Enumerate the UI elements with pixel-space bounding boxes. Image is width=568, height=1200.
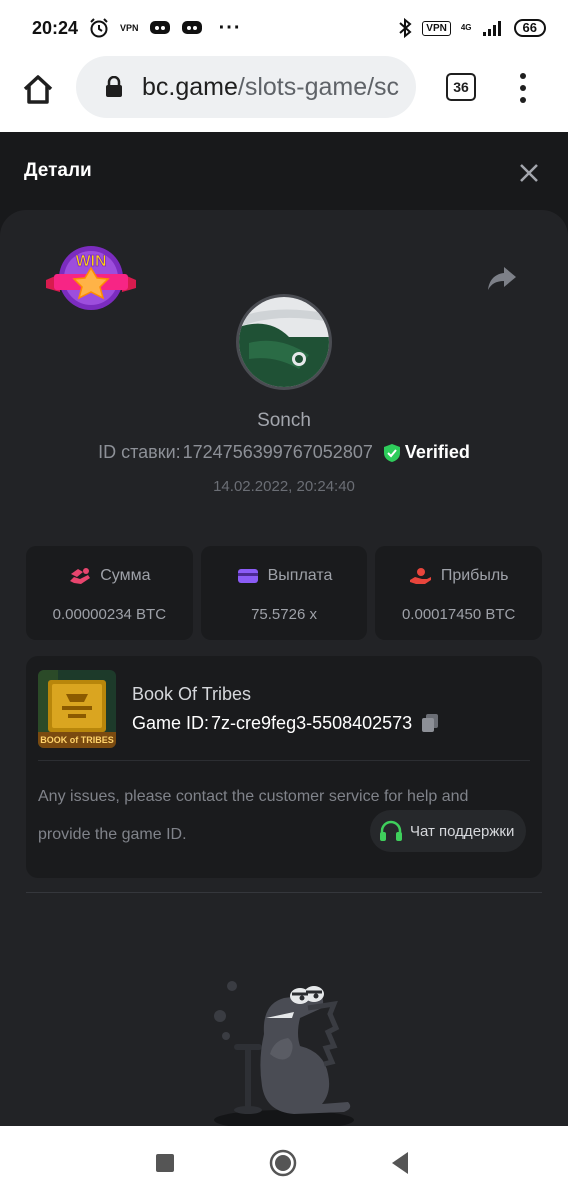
game-id-label: Game ID: <box>132 712 210 733</box>
amount-label: Сумма <box>100 567 151 584</box>
more-notifications-icon: ··· <box>218 16 242 39</box>
status-bar: 20:24 VPN ··· VPN 4G 66 <box>0 0 568 56</box>
vpn-indicator: VPN <box>120 23 139 33</box>
profit-label: Прибыль <box>440 567 509 584</box>
discord-icon <box>149 19 171 37</box>
headset-icon <box>380 820 402 841</box>
profit-value: 0.00017450 BTC <box>401 606 516 623</box>
verified-label: Verified <box>404 442 470 462</box>
support-chat-label: Чат поддержки <box>410 822 515 840</box>
share-icon[interactable] <box>486 264 518 292</box>
page-title: Детали <box>24 160 92 181</box>
lock-icon <box>106 76 122 97</box>
game-thumbnail[interactable]: BOOK of TRIBES <box>38 670 116 748</box>
bet-id-value: 1724756399767052807 <box>182 442 373 462</box>
modal-header: Детали <box>0 132 568 210</box>
game-id-row: Game ID: 7z-cre9feg3-5508402573 <box>132 712 440 734</box>
back-icon[interactable] <box>388 1150 412 1176</box>
browser-menu-icon[interactable] <box>512 70 534 106</box>
amount-value: 0.00000234 BTC <box>52 606 167 623</box>
payout-label: Выплата <box>267 567 333 584</box>
username: Sonch <box>257 410 311 431</box>
battery-indicator: 66 <box>513 19 546 37</box>
copy-icon[interactable] <box>420 712 440 734</box>
bet-id-row: ID ставки: 1724756399767052807 Verified <box>0 442 568 463</box>
url-text: bc.game/slots-game/sc <box>142 73 399 102</box>
signal-icon <box>482 19 504 37</box>
tab-switcher-button[interactable]: 36 <box>446 73 476 101</box>
status-time: 20:24 <box>32 17 79 38</box>
section-divider <box>26 892 542 893</box>
crocodile-mascot-icon <box>204 974 364 1130</box>
win-badge-icon: WIN <box>44 242 138 314</box>
game-card-divider <box>38 760 530 761</box>
address-bar[interactable]: bc.game/slots-game/sc <box>76 56 416 118</box>
vpn-badge: VPN <box>422 20 451 36</box>
bet-id-label: ID ставки: <box>98 442 181 462</box>
close-icon[interactable] <box>516 160 542 186</box>
game-name[interactable]: Book Of Tribes <box>132 684 251 705</box>
bet-details-panel: WIN Sonch ID ставки: 1724756399767052807… <box>0 210 568 1130</box>
hand-coin-icon <box>409 568 431 584</box>
avatar[interactable] <box>236 294 332 390</box>
bet-datetime: 14.02.2022, 20:24:40 <box>213 478 355 495</box>
bluetooth-icon <box>398 17 412 39</box>
game-id-value: 7z-cre9feg3-5508402573 <box>211 712 413 733</box>
url-domain: bc.game <box>142 72 238 101</box>
browser-toolbar: bc.game/slots-game/sc 36 <box>0 56 568 132</box>
amount-stat: Сумма 0.00000234 BTC <box>26 546 193 640</box>
support-chat-button[interactable]: Чат поддержки <box>370 810 527 852</box>
game-card: BOOK of TRIBES Book Of Tribes Game ID: 7… <box>26 656 542 878</box>
url-path: /slots-game/sc <box>237 72 400 101</box>
bet-stats: Сумма 0.00000234 BTC Выплата 75.5726 x П… <box>26 546 543 640</box>
alarm-icon <box>88 17 110 39</box>
network-type: 4G <box>460 23 472 32</box>
discord-icon <box>181 19 203 37</box>
verified-shield-icon <box>383 443 400 462</box>
home-circle-icon[interactable] <box>268 1148 298 1178</box>
payout-value: 75.5726 x <box>251 606 317 623</box>
home-icon[interactable] <box>20 72 56 108</box>
win-badge-text: WIN <box>75 253 106 270</box>
system-nav-bar <box>0 1126 568 1200</box>
card-icon <box>237 569 258 583</box>
payout-stat: Выплата 75.5726 x <box>200 546 368 640</box>
game-thumbnail-title: BOOK of TRIBES <box>40 735 114 745</box>
profit-stat: Прибыль 0.00017450 BTC <box>375 546 543 640</box>
coins-icon <box>70 568 91 584</box>
recent-apps-icon[interactable] <box>156 1154 174 1172</box>
